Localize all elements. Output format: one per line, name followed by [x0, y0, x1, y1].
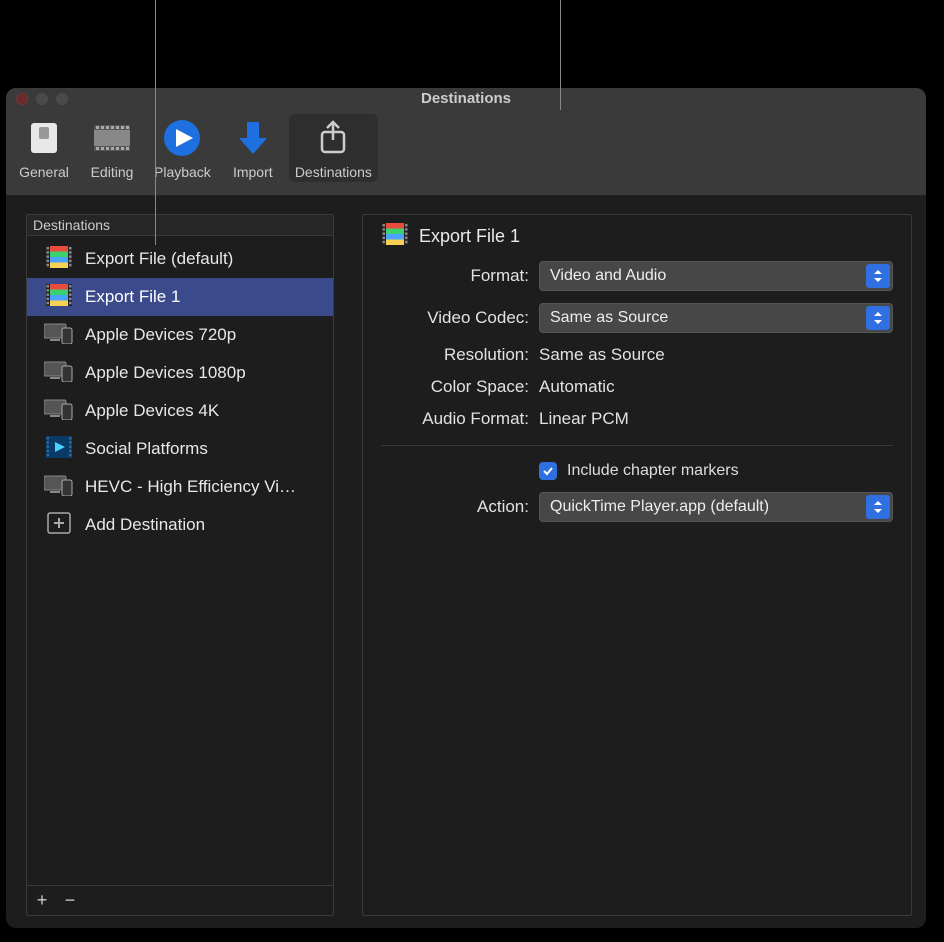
form-label: Audio Format: — [381, 409, 529, 429]
select-value: Same as Source — [550, 309, 668, 327]
sidebar-header: Destinations — [27, 215, 333, 236]
form-label: Resolution: — [381, 345, 529, 365]
sidebar-item-label: Add Destination — [85, 515, 205, 535]
sidebar-item[interactable]: Social Platforms — [27, 430, 333, 468]
close-window-button[interactable] — [16, 93, 28, 105]
select-format[interactable]: Video and Audio — [539, 261, 893, 291]
form-label: Format: — [381, 266, 529, 286]
clip-icon — [46, 436, 72, 463]
film-color-icon — [382, 223, 408, 250]
toolbar-playback[interactable]: Playback — [148, 114, 217, 182]
play-icon — [162, 118, 202, 163]
sidebar-item-label: Social Platforms — [85, 439, 208, 459]
detail-header: Export File 1 — [381, 225, 893, 261]
toolbar-general[interactable]: General — [12, 114, 76, 182]
sidebar-item-label: Export File (default) — [85, 249, 233, 269]
add-destination-button[interactable]: + — [33, 890, 51, 911]
devices-icon — [44, 322, 74, 349]
chevron-updown-icon — [866, 264, 890, 288]
form-value: Linear PCM — [539, 409, 893, 429]
sidebar-item-label: Export File 1 — [85, 287, 180, 307]
detail-form: Format: Video and Audio Video Codec: Same a… — [381, 261, 893, 522]
checkbox-label: Include chapter markers — [567, 462, 739, 480]
chevron-updown-icon — [866, 495, 890, 519]
sidebar-item[interactable]: Apple Devices 1080p — [27, 354, 333, 392]
form-value: Same as Source — [539, 345, 893, 365]
devices-icon — [44, 398, 74, 425]
destination-detail-panel: Export File 1 Format: Video and Audio Vide… — [362, 214, 912, 916]
toolbar-editing[interactable]: Editing — [80, 114, 144, 182]
remove-destination-button[interactable]: − — [61, 890, 79, 911]
sidebar-item-label: Apple Devices 720p — [85, 325, 236, 345]
devices-icon — [44, 474, 74, 501]
toolbar-label: Import — [233, 164, 273, 180]
checkbox-row: Include chapter markers — [539, 462, 893, 480]
sidebar-item[interactable]: Export File 1 — [27, 278, 333, 316]
sidebar-item[interactable]: HEVC - High Efficiency Vi… — [27, 468, 333, 506]
select-value: QuickTime Player.app (default) — [550, 498, 769, 516]
film-color-icon — [46, 284, 72, 311]
zoom-window-button[interactable] — [56, 93, 68, 105]
window-traffic-lights — [16, 93, 68, 105]
sidebar-footer: + − — [27, 885, 333, 915]
sidebar-list: Export File (default) Export File 1 Apple … — [27, 236, 333, 885]
form-value: Automatic — [539, 377, 893, 397]
select-value: Video and Audio — [550, 267, 666, 285]
chevron-updown-icon — [866, 306, 890, 330]
sidebar-item-label: HEVC - High Efficiency Vi… — [85, 477, 296, 497]
switch-icon — [25, 119, 63, 162]
toolbar-label: Playback — [154, 164, 211, 180]
film-color-icon — [381, 225, 409, 247]
callout-line-left — [155, 0, 156, 245]
detail-title: Export File 1 — [419, 226, 520, 247]
sidebar-item-label: Apple Devices 1080p — [85, 363, 246, 383]
preferences-toolbar: General Editing Playback Import Destinations — [6, 110, 926, 196]
import-arrow-icon — [235, 118, 271, 163]
form-label: Color Space: — [381, 377, 529, 397]
form-label: Action: — [381, 497, 529, 517]
include-chapter-markers-checkbox[interactable] — [539, 462, 557, 480]
form-label: Video Codec: — [381, 308, 529, 328]
window-title: Destinations — [421, 90, 511, 107]
sidebar-item-label: Apple Devices 4K — [85, 401, 219, 421]
preferences-window: Destinations General Editing Playback Impor… — [6, 88, 926, 928]
toolbar-label: Destinations — [295, 164, 372, 180]
select-videocodec[interactable]: Same as Source — [539, 303, 893, 333]
window-titlebar: Destinations — [6, 88, 926, 110]
sidebar-item[interactable]: Apple Devices 720p — [27, 316, 333, 354]
form-divider — [381, 445, 893, 446]
sidebar-item[interactable]: Apple Devices 4K — [27, 392, 333, 430]
share-icon — [316, 118, 350, 163]
destinations-sidebar: Destinations Export File (default)Export… — [26, 214, 334, 916]
sidebar-item[interactable]: Export File (default) — [27, 240, 333, 278]
select-action[interactable]: QuickTime Player.app (default) — [539, 492, 893, 522]
film-color-icon — [46, 246, 72, 273]
filmstrip-icon — [90, 119, 134, 162]
sidebar-item[interactable]: Add Destination — [27, 506, 333, 544]
plus-box-icon — [47, 512, 71, 539]
toolbar-import[interactable]: Import — [221, 114, 285, 182]
callout-line-right — [560, 0, 561, 110]
devices-icon — [44, 360, 74, 387]
toolbar-label: General — [19, 164, 69, 180]
toolbar-destinations[interactable]: Destinations — [289, 114, 378, 182]
toolbar-label: Editing — [91, 164, 134, 180]
minimize-window-button[interactable] — [36, 93, 48, 105]
